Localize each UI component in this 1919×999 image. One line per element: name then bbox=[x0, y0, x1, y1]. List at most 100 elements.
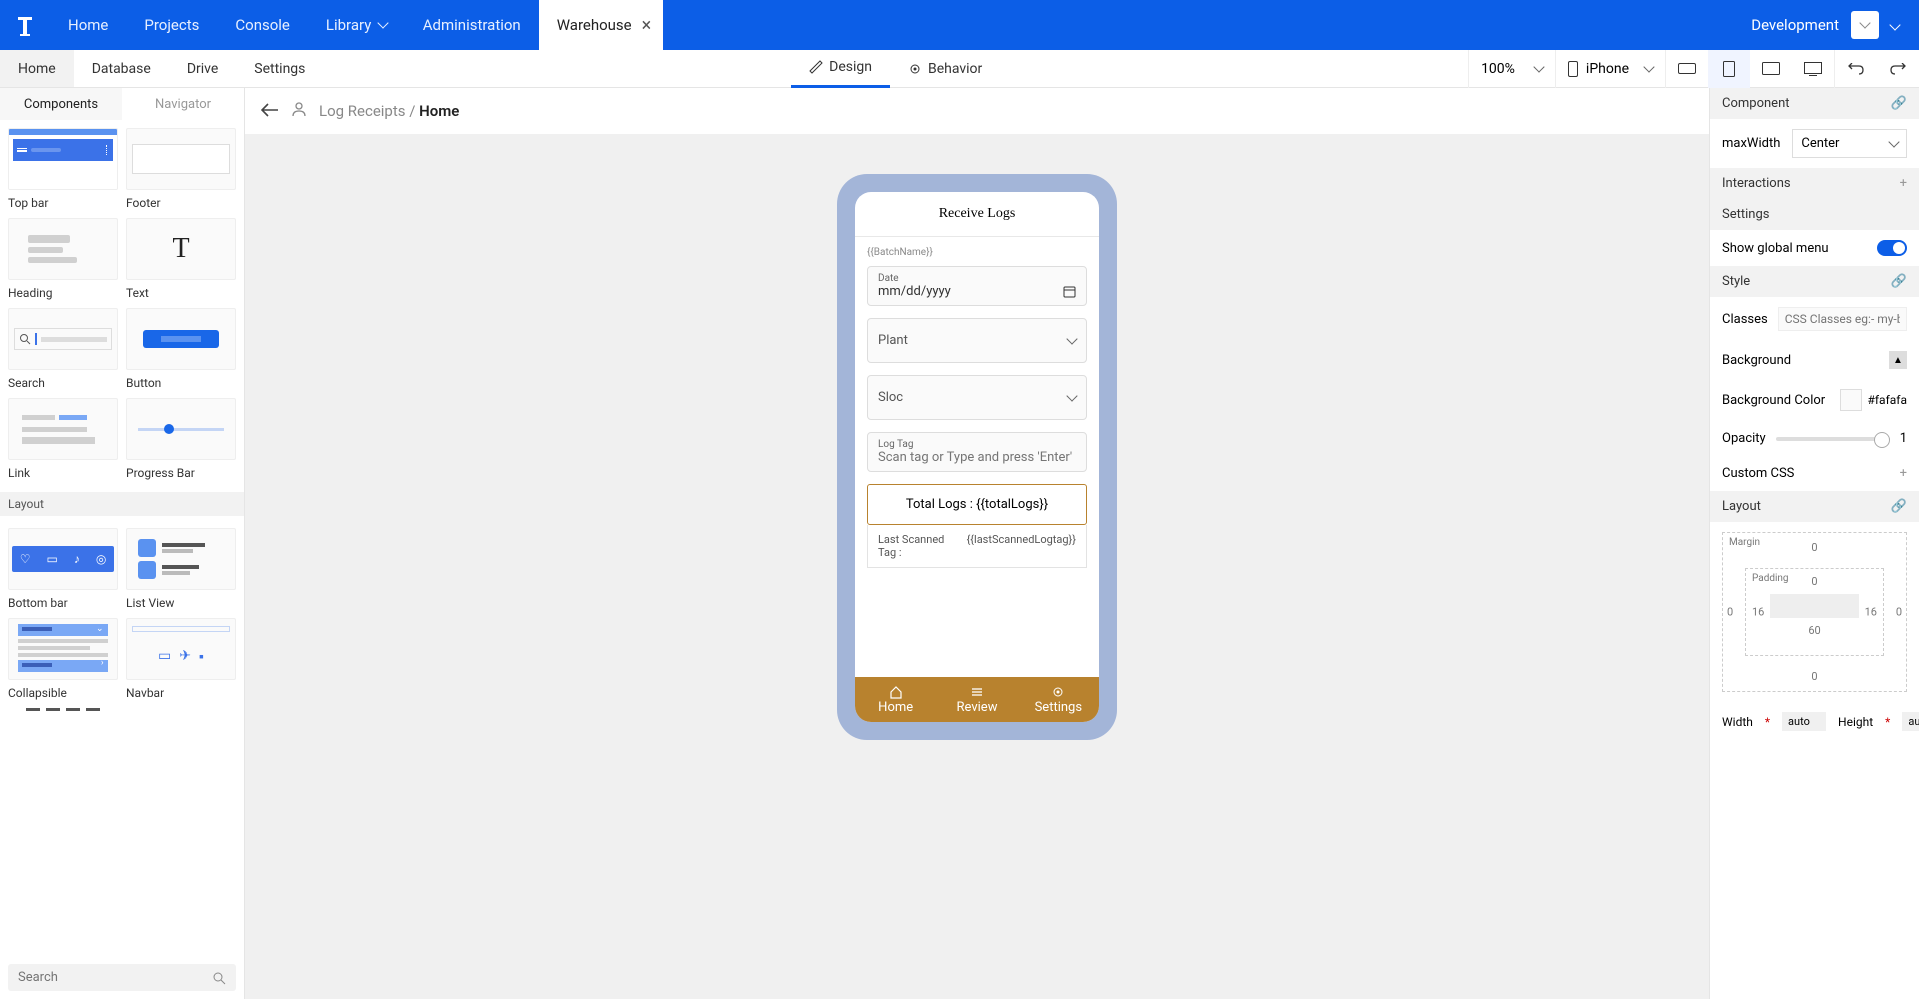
left-panel: Components Navigator Top bar Footer Head… bbox=[0, 88, 245, 999]
section-component: Component 🔗 bbox=[1710, 88, 1919, 119]
tab-navigator[interactable]: Navigator bbox=[122, 88, 244, 120]
bottom-tab-settings[interactable]: Settings bbox=[1018, 677, 1099, 722]
height-input[interactable] bbox=[1902, 712, 1919, 731]
portrait-tablet-icon[interactable] bbox=[1708, 50, 1750, 88]
component-navbar[interactable]: ▭✈▪ Navbar bbox=[126, 618, 236, 700]
nav-projects[interactable]: Projects bbox=[126, 0, 217, 50]
classes-input[interactable] bbox=[1778, 307, 1907, 331]
search-icon bbox=[212, 971, 226, 985]
bottom-tab-home[interactable]: Home bbox=[855, 677, 936, 722]
batch-name: {{BatchName}} bbox=[867, 247, 1087, 258]
topbar-nav: Home Projects Console Library Administra… bbox=[50, 0, 663, 50]
phone-frame: Receive Logs {{BatchName}} Date mm/dd/yy… bbox=[837, 174, 1117, 740]
component-topbar[interactable]: Top bar bbox=[8, 128, 118, 210]
subbar-tabs: Home Database Drive Settings bbox=[0, 50, 323, 87]
total-logs-box: Total Logs : {{totalLogs}} bbox=[867, 484, 1087, 525]
component-heading[interactable]: Heading bbox=[8, 218, 118, 300]
close-icon[interactable]: × bbox=[642, 15, 652, 36]
gear-icon bbox=[908, 62, 922, 76]
tab-components[interactable]: Components bbox=[0, 88, 122, 120]
component-progress[interactable]: Progress Bar bbox=[126, 398, 236, 480]
maxwidth-row: maxWidth Center bbox=[1710, 119, 1919, 168]
undo-button[interactable] bbox=[1835, 50, 1877, 88]
component-listview[interactable]: List View bbox=[126, 528, 236, 610]
color-value: #fafafa bbox=[1868, 393, 1908, 407]
plant-select[interactable]: Plant bbox=[867, 318, 1087, 363]
landscape-phone-icon[interactable] bbox=[1666, 50, 1708, 88]
bgcolor-row: Background Color #fafafa bbox=[1710, 379, 1919, 421]
canvas-header: Log Receipts / Home bbox=[245, 88, 1709, 134]
device-select[interactable]: iPhone bbox=[1555, 50, 1665, 88]
landscape-tablet-icon[interactable] bbox=[1750, 50, 1792, 88]
mode-design[interactable]: Design bbox=[791, 50, 890, 88]
user-avatar[interactable] bbox=[1851, 11, 1879, 39]
phone-title: Receive Logs bbox=[855, 192, 1099, 237]
color-swatch[interactable] bbox=[1840, 389, 1862, 411]
chevron-down-icon[interactable] bbox=[1891, 18, 1899, 32]
bottom-tab-review[interactable]: Review bbox=[936, 677, 1017, 722]
opacity-row: Opacity 1 bbox=[1710, 421, 1919, 456]
sloc-select[interactable]: Sloc bbox=[867, 375, 1087, 420]
main-layout: Components Navigator Top bar Footer Head… bbox=[0, 88, 1919, 999]
zoom-select[interactable]: 100% bbox=[1468, 50, 1555, 88]
mode-behavior[interactable]: Behavior bbox=[890, 50, 1000, 88]
add-interaction-button[interactable]: + bbox=[1900, 176, 1907, 191]
subbar-right: 100% iPhone bbox=[1468, 50, 1919, 87]
component-button[interactable]: Button bbox=[126, 308, 236, 390]
desktop-icon[interactable] bbox=[1792, 50, 1834, 88]
global-menu-toggle[interactable] bbox=[1877, 240, 1907, 256]
topbar-right: Development bbox=[1751, 11, 1919, 39]
back-button[interactable] bbox=[261, 102, 279, 121]
nav-console[interactable]: Console bbox=[217, 0, 308, 50]
component-text[interactable]: T Text bbox=[126, 218, 236, 300]
component-more[interactable] bbox=[8, 708, 118, 728]
canvas-body[interactable]: Receive Logs {{BatchName}} Date mm/dd/yy… bbox=[245, 134, 1709, 999]
nav-warehouse-tab[interactable]: Warehouse × bbox=[539, 0, 664, 50]
search-input[interactable] bbox=[18, 970, 212, 985]
section-style: Style 🔗 bbox=[1710, 266, 1919, 297]
link-icon[interactable]: 🔗 bbox=[1891, 274, 1907, 289]
main-topbar: Home Projects Console Library Administra… bbox=[0, 0, 1919, 50]
date-field[interactable]: Date mm/dd/yyyy bbox=[867, 266, 1087, 306]
background-row: Background ▲ bbox=[1710, 341, 1919, 379]
left-panel-tabs: Components Navigator bbox=[0, 88, 244, 120]
width-input[interactable] bbox=[1782, 712, 1826, 731]
add-css-button[interactable]: + bbox=[1900, 466, 1907, 481]
link-icon[interactable]: 🔗 bbox=[1891, 499, 1907, 514]
responsive-icons bbox=[1665, 50, 1834, 88]
classes-row: Classes bbox=[1710, 297, 1919, 341]
section-settings: Settings bbox=[1710, 199, 1919, 230]
phone-icon bbox=[1568, 61, 1578, 77]
component-footer[interactable]: Footer bbox=[126, 128, 236, 210]
component-search[interactable]: Search bbox=[8, 308, 118, 390]
component-collapsible[interactable]: ⌄› Collapsible bbox=[8, 618, 118, 700]
image-icon[interactable]: ▲ bbox=[1889, 351, 1907, 369]
phone-screen[interactable]: Receive Logs {{BatchName}} Date mm/dd/yy… bbox=[855, 192, 1099, 722]
section-interactions: Interactions + bbox=[1710, 168, 1919, 199]
nav-home[interactable]: Home bbox=[50, 0, 126, 50]
tab-drive[interactable]: Drive bbox=[169, 50, 236, 87]
logtag-field[interactable]: Log Tag bbox=[867, 432, 1087, 472]
component-search-box bbox=[0, 956, 244, 999]
section-layout: Layout bbox=[0, 492, 244, 516]
opacity-slider[interactable] bbox=[1776, 437, 1890, 441]
ruler-icon bbox=[809, 60, 823, 74]
redo-button[interactable] bbox=[1877, 50, 1919, 88]
phone-content: {{BatchName}} Date mm/dd/yyyy bbox=[855, 237, 1099, 677]
maxwidth-select[interactable]: Center bbox=[1792, 129, 1907, 158]
tab-settings[interactable]: Settings bbox=[236, 50, 323, 87]
tab-database[interactable]: Database bbox=[74, 50, 169, 87]
box-model[interactable]: Margin 0 0 0 Padding 0 16 16 60 0 bbox=[1722, 532, 1907, 692]
opacity-value: 1 bbox=[1900, 431, 1907, 446]
component-bottombar[interactable]: ♡▭♪◎ Bottom bar bbox=[8, 528, 118, 610]
right-panel: Component 🔗 maxWidth Center Interactions… bbox=[1709, 88, 1919, 999]
nav-administration[interactable]: Administration bbox=[405, 0, 539, 50]
component-link[interactable]: Link bbox=[8, 398, 118, 480]
nav-library[interactable]: Library bbox=[308, 0, 405, 50]
logo[interactable] bbox=[0, 0, 50, 50]
link-icon[interactable]: 🔗 bbox=[1891, 96, 1907, 111]
section-layout: Layout 🔗 bbox=[1710, 491, 1919, 522]
history-icons bbox=[1834, 50, 1919, 88]
tab-home[interactable]: Home bbox=[0, 50, 74, 87]
logtag-input[interactable] bbox=[878, 450, 1076, 465]
